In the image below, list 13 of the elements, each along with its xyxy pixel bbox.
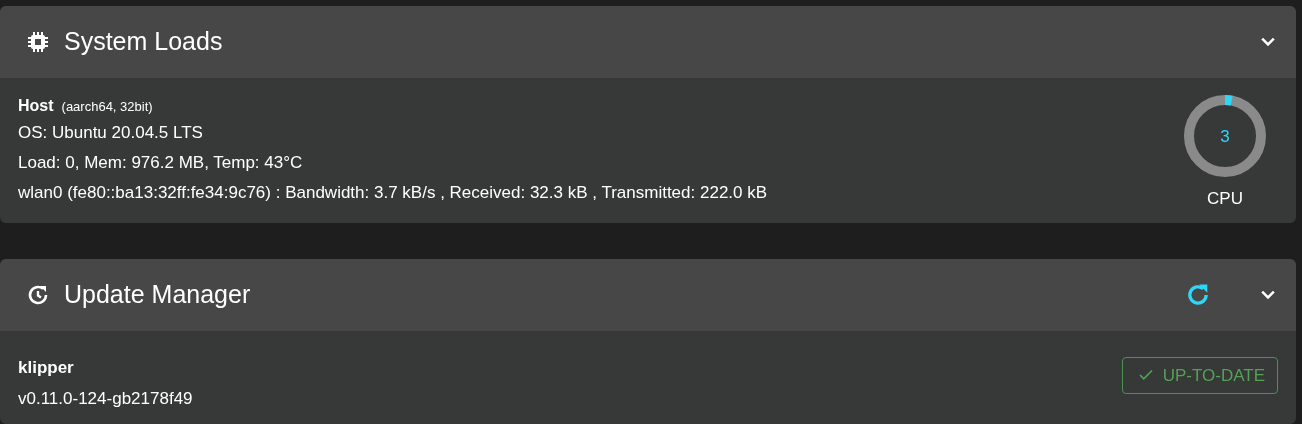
cpu-value: 3 <box>1220 127 1230 146</box>
panel-title: Update Manager <box>64 278 251 310</box>
info-line: Load: 0, Mem: 976.2 MB, Temp: 43°C <box>18 152 304 174</box>
cpu-label: CPU <box>1206 188 1244 210</box>
package-name: klipper <box>18 356 75 379</box>
status-button[interactable]: UP-TO-DATE <box>1121 356 1278 395</box>
host-label: Host <box>18 97 54 114</box>
chip-icon <box>26 30 50 54</box>
architecture-text: (aarch64, 32bit) <box>61 99 153 114</box>
info-line: OS: Ubuntu 20.04.5 LTS <box>18 122 204 144</box>
package-version: v0.11.0-124-gb2178f49 <box>18 388 194 411</box>
info-line: wlan0 (fe80::ba13:32ff:fe34:9c76) : Bandwidth: 3.7 kB/s , Received: 32.3 kB , Transmitted: 222.0 kB <box>18 182 769 204</box>
panel-title: System Loads <box>64 26 223 58</box>
